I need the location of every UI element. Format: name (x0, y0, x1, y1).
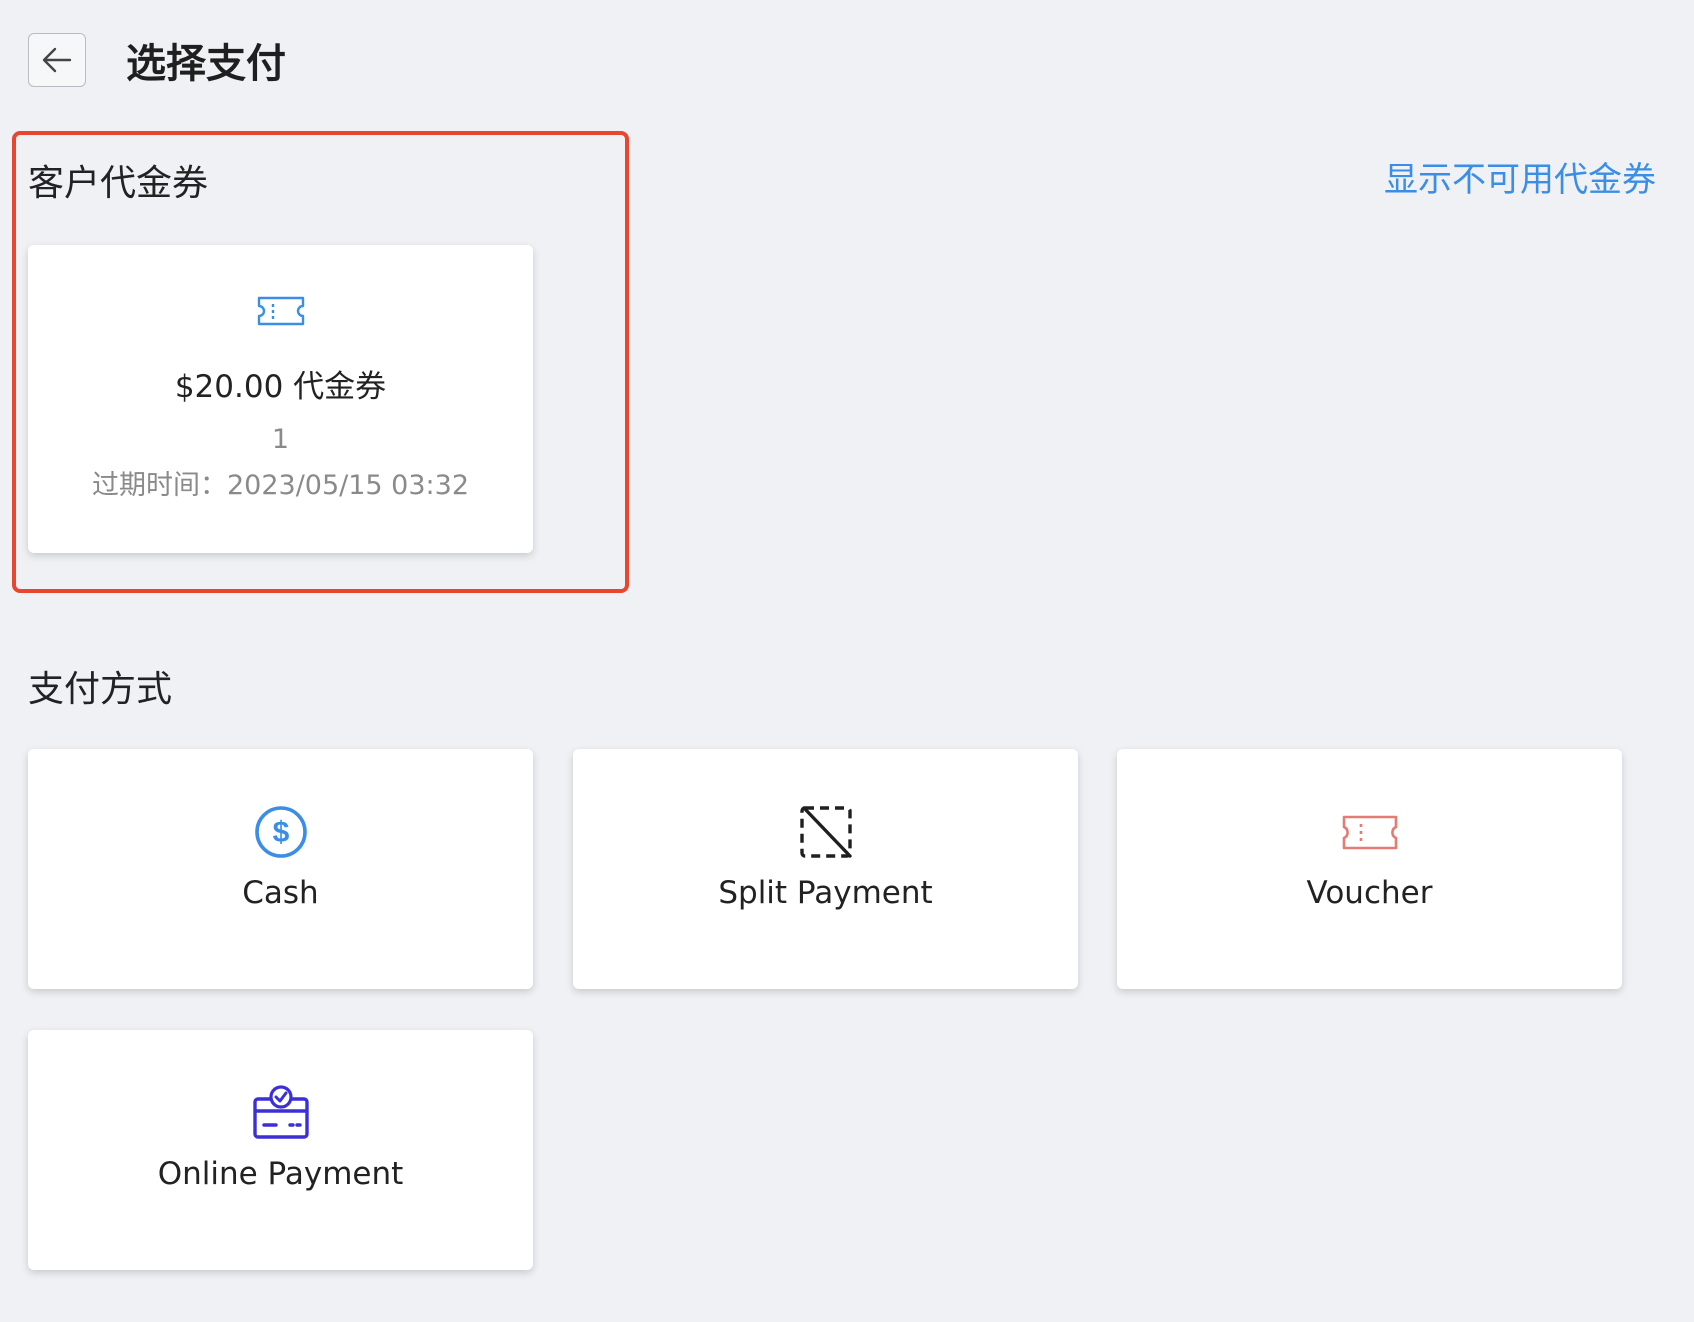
split-payment-label: Split Payment (718, 875, 933, 911)
online-payment-button[interactable]: Online Payment (28, 1030, 533, 1270)
voucher-quantity: 1 (271, 424, 290, 455)
split-payment-button[interactable]: Split Payment (573, 749, 1078, 989)
page-title: 选择支付 (126, 41, 286, 87)
voucher-payment-button[interactable]: Voucher (1117, 749, 1622, 989)
voucher-card[interactable]: $20.00 代金券 1 过期时间：2023/05/15 03:32 (28, 245, 533, 553)
back-button[interactable] (28, 33, 86, 87)
show-unavailable-vouchers-link[interactable]: 显示不可用代金券 (1384, 152, 1656, 201)
svg-text:$: $ (272, 816, 289, 849)
online-payment-label: Online Payment (157, 1156, 404, 1192)
voucher-amount: $20.00 代金券 (174, 369, 387, 405)
voucher-section-title: 客户代金券 (28, 163, 209, 204)
voucher-expiry: 过期时间：2023/05/15 03:32 (91, 470, 469, 501)
ticket-icon (257, 296, 304, 326)
voucher-label: Voucher (1306, 875, 1433, 911)
page-header: 选择支付 (28, 32, 286, 88)
voucher-ticket-icon (1342, 815, 1397, 850)
cash-label: Cash (242, 875, 319, 911)
cash-payment-button[interactable]: $ Cash (28, 749, 533, 989)
online-payment-card-icon (252, 1085, 309, 1139)
payment-methods-title: 支付方式 (28, 669, 173, 710)
split-payment-icon (799, 806, 852, 858)
dollar-circle-icon: $ (254, 806, 307, 858)
arrow-left-icon (42, 47, 72, 73)
